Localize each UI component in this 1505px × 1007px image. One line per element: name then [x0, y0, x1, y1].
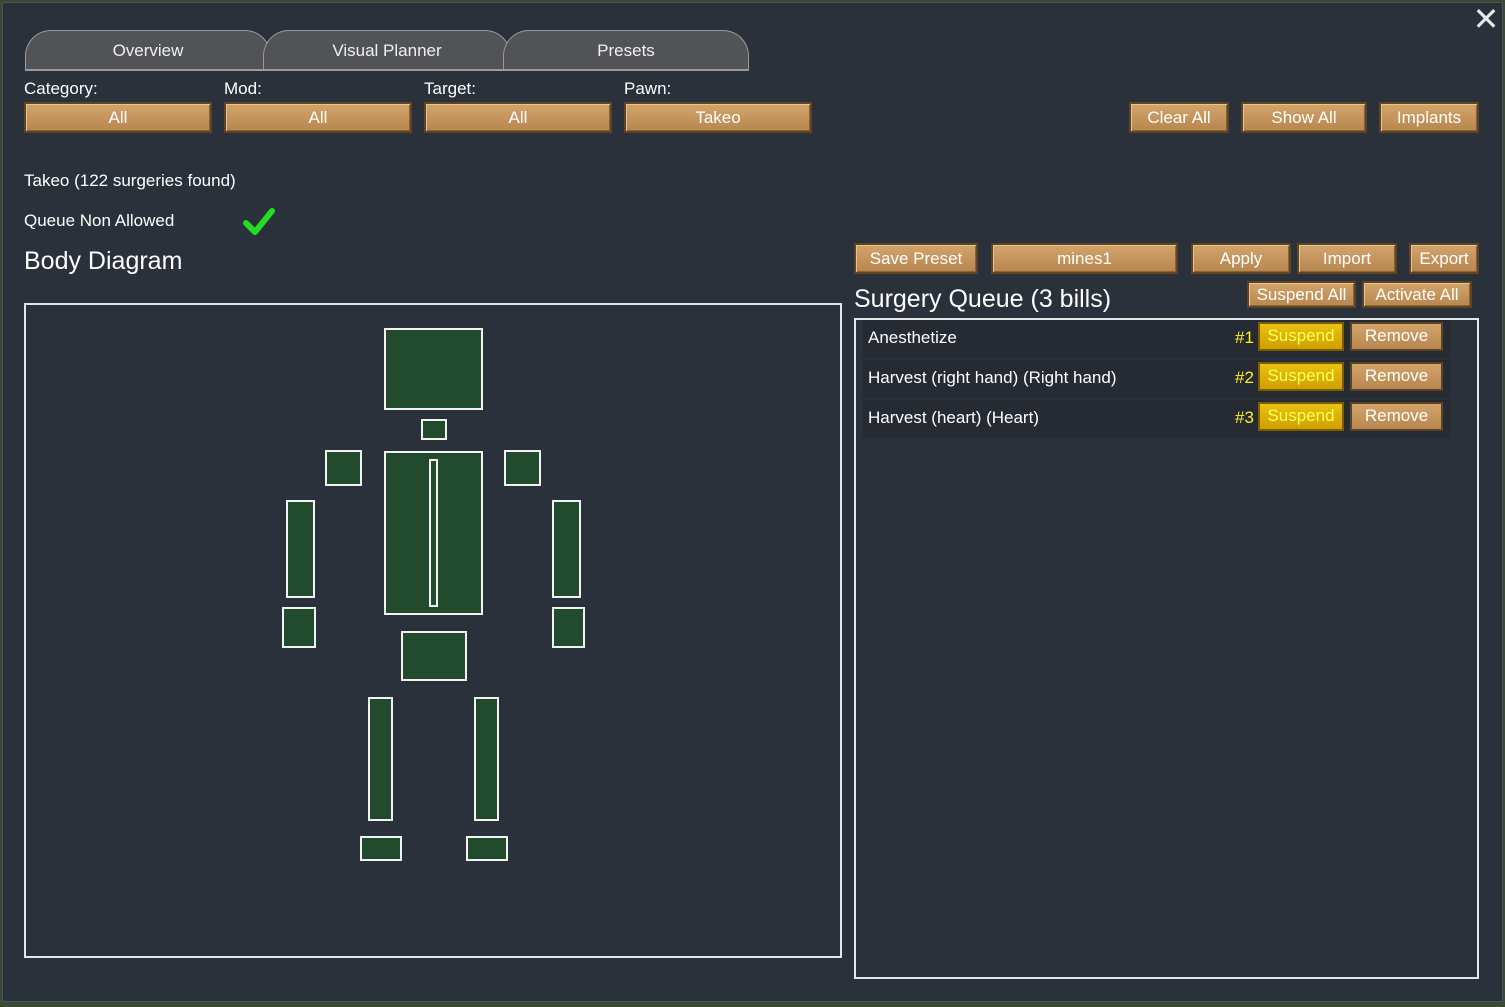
right-hand-part[interactable]	[282, 607, 316, 648]
apply-button[interactable]: Apply	[1191, 243, 1291, 274]
bill-name: Harvest (right hand) (Right hand)	[868, 368, 1117, 387]
show-all-button[interactable]: Show All	[1241, 102, 1367, 133]
spine-part[interactable]	[429, 459, 438, 607]
category-dropdown[interactable]: All	[24, 102, 212, 133]
implants-button[interactable]: Implants	[1379, 102, 1479, 133]
left-arm-part[interactable]	[552, 500, 581, 598]
left-foot-part[interactable]	[466, 836, 508, 861]
queue-non-allowed-label: Queue Non Allowed	[24, 211, 175, 230]
bill-name: Anesthetize	[868, 328, 957, 347]
neck-part[interactable]	[421, 419, 447, 440]
pawn-label: Pawn:	[624, 79, 672, 98]
surgery-queue-title: Surgery Queue (3 bills)	[854, 285, 1112, 313]
left-shoulder-part[interactable]	[504, 450, 541, 486]
right-shoulder-part[interactable]	[325, 450, 362, 486]
clear-all-button[interactable]: Clear All	[1129, 102, 1229, 133]
body-diagram-title: Body Diagram	[24, 247, 183, 275]
mod-dropdown[interactable]: All	[224, 102, 412, 133]
bill-name: Harvest (heart) (Heart)	[868, 408, 1039, 427]
bill-number: #2	[1235, 368, 1254, 387]
tab-underline	[25, 69, 749, 71]
queue-row: Harvest (right hand) (Right hand) #2 Sus…	[863, 360, 1450, 398]
right-arm-part[interactable]	[286, 500, 315, 598]
surgeries-found-text: Takeo (122 surgeries found)	[24, 171, 236, 190]
target-dropdown[interactable]: All	[424, 102, 612, 133]
category-label: Category:	[24, 79, 98, 98]
right-foot-part[interactable]	[360, 836, 402, 861]
body-diagram-panel	[24, 303, 842, 958]
mod-label: Mod:	[224, 79, 262, 98]
suspend-all-button[interactable]: Suspend All	[1247, 281, 1356, 308]
import-button[interactable]: Import	[1297, 243, 1397, 274]
close-icon[interactable]: ✕	[1472, 3, 1500, 35]
checkmark-icon[interactable]	[243, 207, 275, 237]
left-hand-part[interactable]	[552, 607, 585, 648]
head-part[interactable]	[384, 328, 483, 410]
surgery-planner-window: ✕ Overview Visual Planner Presets Catego…	[2, 2, 1503, 1002]
target-label: Target:	[424, 79, 476, 98]
export-button[interactable]: Export	[1409, 243, 1479, 274]
left-leg-part[interactable]	[474, 697, 499, 821]
tab-visual-planner[interactable]: Visual Planner	[263, 30, 511, 70]
activate-all-button[interactable]: Activate All	[1362, 281, 1472, 308]
queue-row: Anesthetize #1 Suspend Remove	[863, 320, 1450, 358]
remove-button[interactable]: Remove	[1350, 362, 1443, 391]
tab-presets[interactable]: Presets	[503, 30, 749, 70]
bill-number: #3	[1235, 408, 1254, 427]
preset-name-field[interactable]: mines1	[991, 243, 1178, 274]
save-preset-button[interactable]: Save Preset	[854, 243, 978, 274]
pawn-dropdown[interactable]: Takeo	[624, 102, 812, 133]
bill-number: #1	[1235, 328, 1254, 347]
right-leg-part[interactable]	[368, 697, 393, 821]
suspend-button[interactable]: Suspend	[1258, 322, 1344, 351]
suspend-button[interactable]: Suspend	[1258, 362, 1344, 391]
tab-overview[interactable]: Overview	[25, 30, 271, 70]
remove-button[interactable]: Remove	[1350, 322, 1443, 351]
queue-row: Harvest (heart) (Heart) #3 Suspend Remov…	[863, 400, 1450, 438]
pelvis-part[interactable]	[401, 631, 467, 681]
suspend-button[interactable]: Suspend	[1258, 402, 1344, 431]
remove-button[interactable]: Remove	[1350, 402, 1443, 431]
